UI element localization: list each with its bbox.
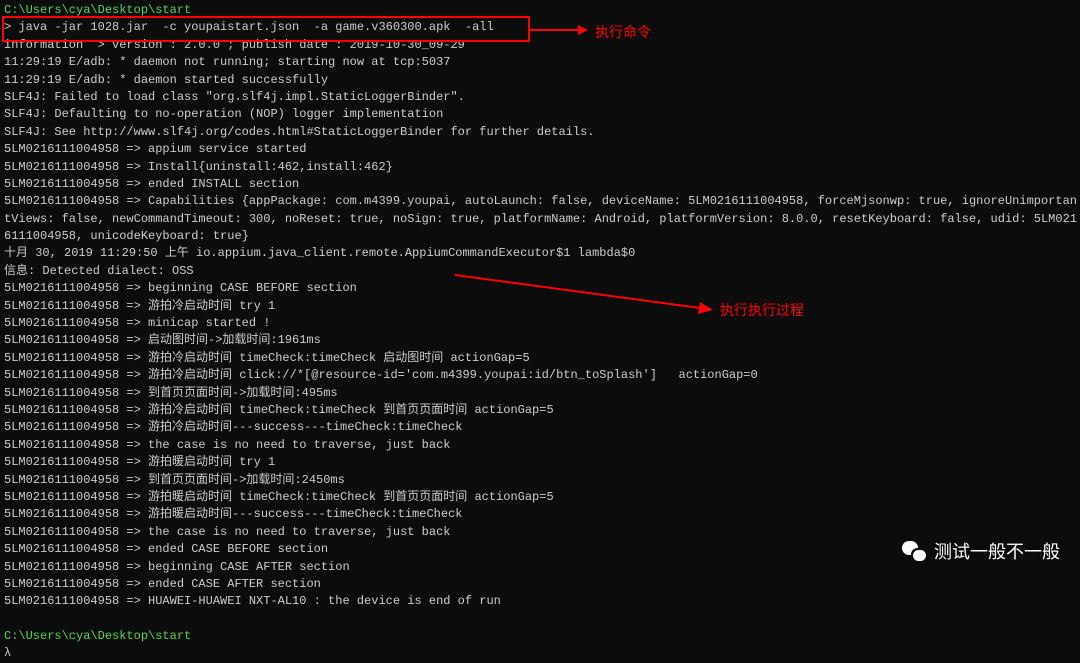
prompt-path: C:\Users\cya\Desktop\start	[4, 628, 1076, 645]
info-line: information > version : 2.0.0 ; publish …	[4, 37, 1076, 54]
log-line: 5LM0216111004958 => HUAWEI-HUAWEI NXT-AL…	[4, 593, 1076, 610]
log-line: 5LM0216111004958 => 游拍冷启动时间 try 1	[4, 298, 1076, 315]
log-line: 5LM0216111004958 => ended CASE AFTER sec…	[4, 576, 1076, 593]
log-line: 5LM0216111004958 => 游拍冷启动时间---success---…	[4, 419, 1076, 436]
log-line: 5LM0216111004958 => 游拍暖启动时间 timeCheck:ti…	[4, 489, 1076, 506]
slf4j-log: SLF4J: See http://www.slf4j.org/codes.ht…	[4, 124, 1076, 141]
dialect-line: 信息: Detected dialect: OSS	[4, 263, 1076, 280]
log-line: 5LM0216111004958 => 到首页页面时间->加载时间:495ms	[4, 385, 1076, 402]
caps-line: 6111004958, unicodeKeyboard: true}	[4, 228, 1076, 245]
log-line: 5LM0216111004958 => 启动图时间->加载时间:1961ms	[4, 332, 1076, 349]
log-line: 5LM0216111004958 => 游拍冷启动时间 timeCheck:ti…	[4, 350, 1076, 367]
adb-log: 11:29:19 E/adb: * daemon not running; st…	[4, 54, 1076, 71]
log-line: 5LM0216111004958 => 游拍冷启动时间 click://*[@r…	[4, 367, 1076, 384]
slf4j-log: SLF4J: Failed to load class "org.slf4j.i…	[4, 89, 1076, 106]
annotation-label-command: 执行命令	[595, 22, 651, 42]
watermark-text: 测试一般不一般	[934, 539, 1060, 565]
blank-line	[4, 611, 1076, 628]
log-line: 5LM0216111004958 => 到首页页面时间->加载时间:2450ms	[4, 472, 1076, 489]
appium-line: 十月 30, 2019 11:29:50 上午 io.appium.java_c…	[4, 245, 1076, 262]
wechat-icon	[902, 541, 926, 563]
log-line: 5LM0216111004958 => 游拍冷启动时间 timeCheck:ti…	[4, 402, 1076, 419]
caps-line: 5LM0216111004958 => Capabilities {appPac…	[4, 193, 1076, 210]
watermark: 测试一般不一般	[902, 539, 1060, 565]
log-line: 5LM0216111004958 => 游拍暖启动时间---success---…	[4, 506, 1076, 523]
log-line: 5LM0216111004958 => minicap started !	[4, 315, 1076, 332]
log-line: 5LM0216111004958 => Install{uninstall:46…	[4, 159, 1076, 176]
log-line: 5LM0216111004958 => beginning CASE BEFOR…	[4, 280, 1076, 297]
command-line: > java -jar 1028.jar -c youpaistart.json…	[4, 19, 1076, 36]
adb-log: 11:29:19 E/adb: * daemon started success…	[4, 72, 1076, 89]
log-line: 5LM0216111004958 => ended INSTALL sectio…	[4, 176, 1076, 193]
caps-line: tViews: false, newCommandTimeout: 300, n…	[4, 211, 1076, 228]
prompt-path: C:\Users\cya\Desktop\start	[4, 2, 1076, 19]
prompt-cursor[interactable]: λ	[4, 645, 1076, 662]
log-line: 5LM0216111004958 => appium service start…	[4, 141, 1076, 158]
log-line: 5LM0216111004958 => the case is no need …	[4, 437, 1076, 454]
slf4j-log: SLF4J: Defaulting to no-operation (NOP) …	[4, 106, 1076, 123]
annotation-label-process: 执行执行过程	[720, 300, 804, 320]
log-line: 5LM0216111004958 => 游拍暖启动时间 try 1	[4, 454, 1076, 471]
